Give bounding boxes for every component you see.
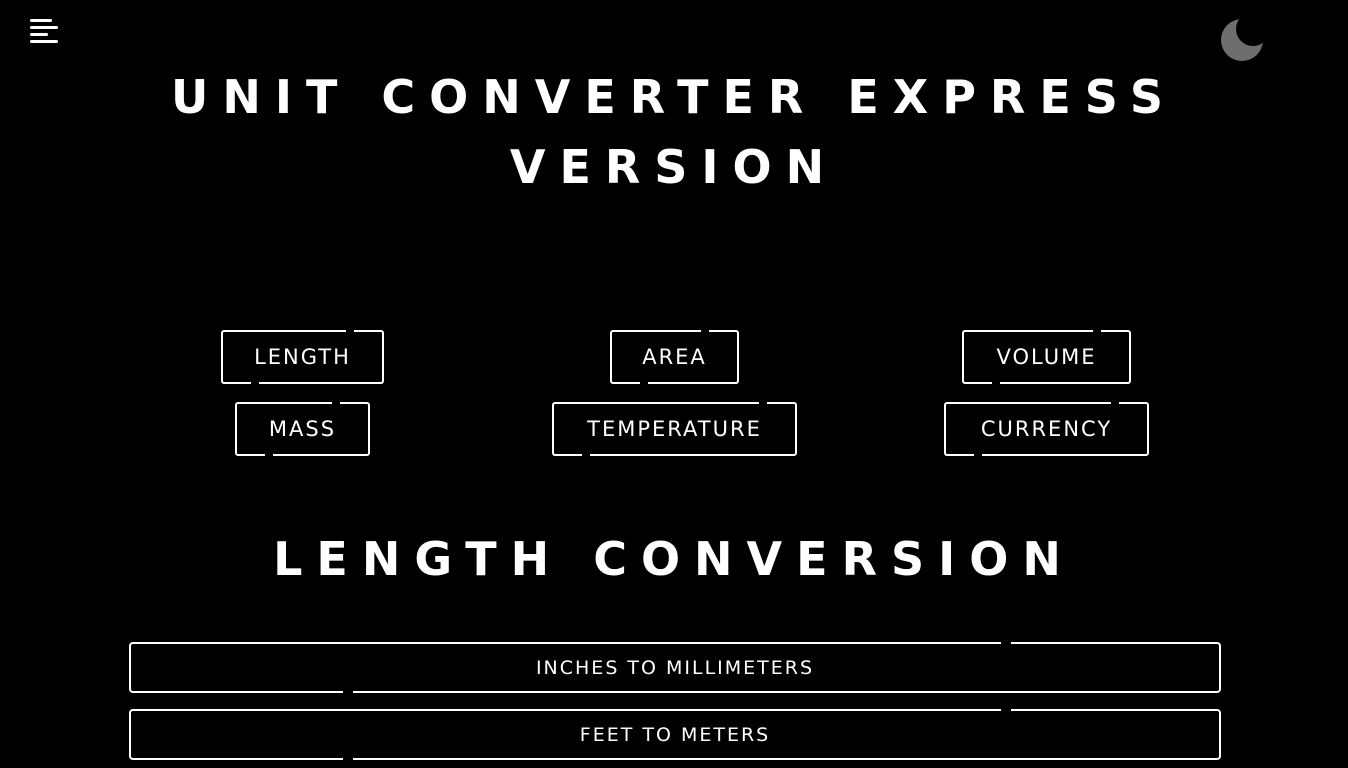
page-title-line-2: VERSION bbox=[509, 140, 839, 194]
moon-icon[interactable] bbox=[1219, 17, 1265, 63]
conversion-inches-to-millimeters-button[interactable]: INCHES TO MILLIMETERS bbox=[129, 641, 1221, 694]
category-area-button[interactable]: AREA bbox=[610, 329, 739, 385]
section-title: LENGTH CONVERSION bbox=[273, 532, 1075, 586]
category-currency-button[interactable]: CURRENCY bbox=[944, 401, 1149, 457]
page-title-line-1: UNIT CONVERTER EXPRESS bbox=[171, 70, 1177, 124]
conversion-feet-to-meters-button[interactable]: FEET TO METERS bbox=[129, 708, 1221, 761]
category-volume-button[interactable]: VOLUME bbox=[962, 329, 1131, 385]
category-temperature-button[interactable]: TEMPERATURE bbox=[552, 401, 797, 457]
page-title: UNIT CONVERTER EXPRESS VERSION bbox=[0, 62, 1348, 202]
app-page: UNIT CONVERTER EXPRESS VERSION LENGTH AR… bbox=[0, 0, 1348, 768]
hamburger-menu-icon[interactable] bbox=[30, 19, 58, 47]
category-length-button[interactable]: LENGTH bbox=[221, 329, 384, 385]
category-mass-button[interactable]: MASS bbox=[235, 401, 370, 457]
